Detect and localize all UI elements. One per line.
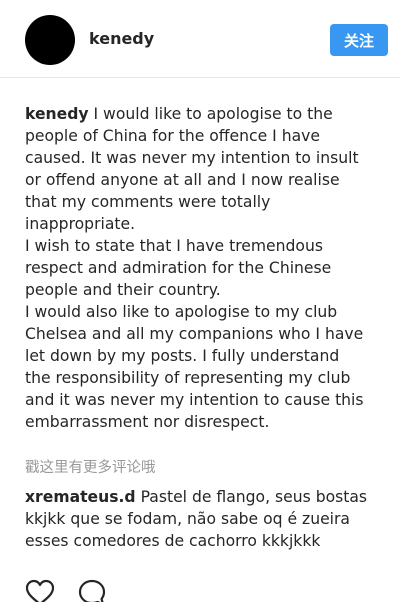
post-caption: kenedy I would like to apologise to the … bbox=[25, 103, 385, 433]
avatar[interactable] bbox=[25, 15, 75, 65]
caption-line: Chelsea and all my companions who I have bbox=[25, 325, 364, 343]
caption-line: caused. It was never my intention to ins… bbox=[25, 149, 359, 167]
caption-line: the responsibility of representing my cl… bbox=[25, 369, 351, 387]
comment: xremateus.d Pastel de flango, seus bosta… bbox=[25, 486, 385, 552]
username[interactable]: kenedy bbox=[89, 29, 154, 48]
caption-line: people and their country. bbox=[25, 281, 221, 299]
caption-text: I would like to apologise to the bbox=[88, 105, 333, 123]
caption-line: I wish to state that I have tremendous bbox=[25, 237, 323, 255]
comment-line: esses comedores de cachorro kkkjkkk bbox=[25, 532, 321, 550]
comment-author[interactable]: xremateus.d bbox=[25, 488, 136, 506]
comment-line: kkjkk que se fodam, não sabe oq é zueira bbox=[25, 510, 350, 528]
post-actions bbox=[25, 578, 145, 602]
comment-icon[interactable] bbox=[77, 578, 107, 602]
instagram-post: kenedy 关注 kenedy I would like to apologi… bbox=[0, 0, 400, 602]
caption-line: or offend anyone at all and I now realis… bbox=[25, 171, 340, 189]
caption-line: and it was never my intention to cause t… bbox=[25, 391, 364, 409]
caption-line: that my comments were totally bbox=[25, 193, 271, 211]
caption-line: I would also like to apologise to my clu… bbox=[25, 303, 338, 321]
caption-line: embarrassment nor disrespect. bbox=[25, 413, 270, 431]
caption-line: inappropriate. bbox=[25, 215, 136, 233]
post-header: kenedy 关注 bbox=[0, 0, 400, 78]
heart-icon[interactable] bbox=[25, 578, 55, 602]
caption-line: let down by my posts. I fully understand bbox=[25, 347, 340, 365]
follow-button[interactable]: 关注 bbox=[330, 24, 388, 56]
comment-line: xremateus.d Pastel de flango, seus bosta… bbox=[25, 486, 385, 508]
caption-line: kenedy I would like to apologise to the bbox=[25, 103, 385, 125]
caption-line: people of China for the offence I have bbox=[25, 127, 320, 145]
caption-author[interactable]: kenedy bbox=[25, 105, 89, 123]
comment-text: Pastel de flango, seus bostas bbox=[135, 488, 368, 506]
caption-line: respect and admiration for the Chinese bbox=[25, 259, 332, 277]
view-more-comments-link[interactable]: 戳这里有更多评论哦 bbox=[25, 456, 156, 477]
